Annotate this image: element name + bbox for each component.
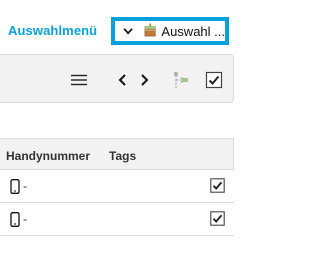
- chevron-right-icon[interactable]: [135, 71, 153, 89]
- checkbox-checked-icon[interactable]: [210, 178, 225, 193]
- column-header-mobile-number[interactable]: Handynummer: [6, 149, 90, 163]
- table-header: Handynummer Tags: [0, 138, 234, 170]
- mobile-phone-icon: [10, 212, 20, 227]
- column-header-tags[interactable]: Tags: [109, 149, 136, 163]
- mobile-number-value: -: [23, 212, 27, 226]
- mobile-number-value: -: [23, 179, 27, 193]
- selection-dropdown-label: Auswahl ...: [161, 23, 225, 39]
- selection-dropdown[interactable]: Auswahl ...: [111, 17, 229, 45]
- table-row[interactable]: -: [0, 203, 234, 236]
- mobile-phone-icon: [10, 179, 20, 194]
- checkbox-checked-icon[interactable]: [210, 211, 225, 226]
- chevron-left-icon[interactable]: [114, 71, 132, 89]
- cake-icon: [144, 22, 156, 36]
- checkbox-checked-icon[interactable]: [205, 71, 223, 89]
- chevron-down-icon: [123, 28, 133, 35]
- tree-expand-icon[interactable]: [171, 71, 189, 89]
- toolbar: [0, 54, 234, 103]
- hamburger-menu-icon[interactable]: [70, 71, 88, 89]
- table-row[interactable]: -: [0, 170, 234, 203]
- selection-menu-label: Auswahlmenü: [8, 23, 98, 38]
